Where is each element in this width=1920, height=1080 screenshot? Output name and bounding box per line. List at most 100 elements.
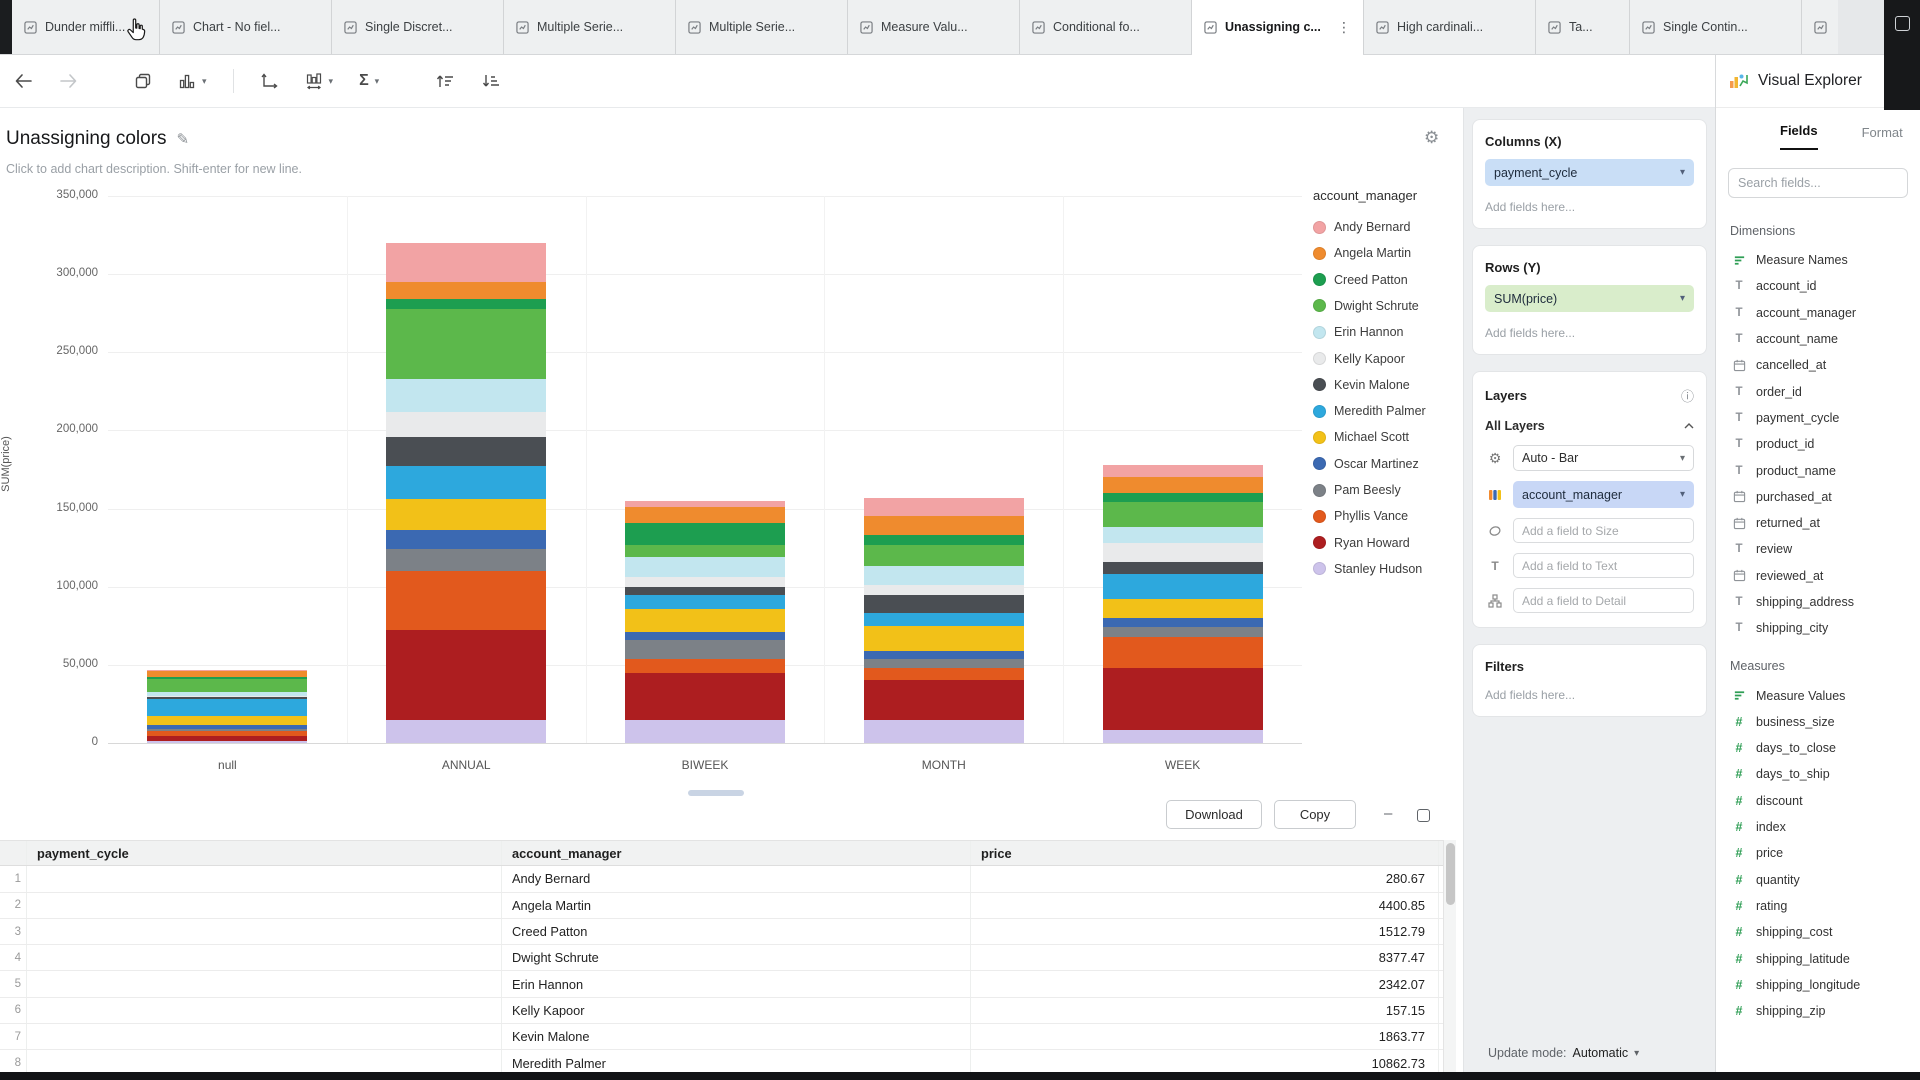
bar-segment[interactable]	[864, 680, 1024, 719]
bar-segment[interactable]	[386, 412, 546, 437]
duplicate-button[interactable]	[134, 72, 152, 90]
color-field-pill[interactable]: account_manager ▾	[1513, 481, 1694, 508]
bar-segment[interactable]	[625, 523, 785, 545]
payment-cycle-cell[interactable]	[27, 998, 502, 1023]
column-header[interactable]: price	[971, 841, 1439, 865]
bar-segment[interactable]	[386, 549, 546, 571]
workbook-tab[interactable]: Ta...	[1536, 0, 1630, 54]
rows-drop-zone[interactable]: Add fields here...	[1485, 326, 1694, 340]
sum-price-pill[interactable]: SUM(price) ▾	[1485, 285, 1694, 312]
bar-segment[interactable]	[1103, 637, 1263, 668]
field-item[interactable]: Tpayment_cycle	[1716, 405, 1920, 431]
bar-segment[interactable]	[1103, 618, 1263, 627]
bar-segment[interactable]	[1103, 562, 1263, 575]
legend-item[interactable]: Creed Patton	[1313, 273, 1408, 287]
field-item[interactable]: #business_size	[1716, 709, 1920, 735]
account-manager-cell[interactable]: Meredith Palmer	[502, 1050, 971, 1072]
bar-segment[interactable]	[147, 725, 307, 729]
account-manager-cell[interactable]: Andy Bernard	[502, 866, 971, 891]
chart-settings-gear-icon[interactable]: ⚙	[1424, 128, 1439, 148]
bar-segment[interactable]	[625, 720, 785, 743]
bar-segment[interactable]	[147, 741, 307, 743]
bar-segment[interactable]	[1103, 465, 1263, 478]
bar-segment[interactable]	[1103, 730, 1263, 743]
tab-fields[interactable]: Fields	[1780, 123, 1818, 150]
bar-segment[interactable]	[625, 595, 785, 609]
account-manager-cell[interactable]: Erin Hannon	[502, 971, 971, 996]
chevron-down-icon[interactable]: ▾	[1634, 1048, 1639, 1059]
text-field-input[interactable]	[1513, 553, 1694, 578]
chevron-up-icon[interactable]	[1684, 423, 1694, 429]
legend-item[interactable]: Phyllis Vance	[1313, 509, 1408, 523]
bar-segment[interactable]	[864, 498, 1024, 517]
bar-segment[interactable]	[147, 670, 307, 677]
partial-tab-icon[interactable]	[1802, 0, 1838, 54]
field-item[interactable]: Tshipping_city	[1716, 615, 1920, 641]
all-layers-row[interactable]: All Layers	[1485, 419, 1694, 433]
bar-segment[interactable]	[386, 243, 546, 282]
field-item[interactable]: Tshipping_address	[1716, 589, 1920, 615]
chart-subtitle[interactable]: Click to add chart description. Shift-en…	[6, 162, 302, 176]
bar-segment[interactable]	[864, 659, 1024, 668]
payment-cycle-pill[interactable]: payment_cycle ▾	[1485, 159, 1694, 186]
workbook-tab[interactable]: Conditional fo...	[1020, 0, 1192, 54]
bar-segment[interactable]	[386, 299, 546, 308]
swap-axes-button[interactable]	[260, 72, 279, 90]
bar-segment[interactable]	[386, 466, 546, 499]
bar-segment[interactable]	[864, 595, 1024, 614]
workbook-tab[interactable]: Single Discret...	[332, 0, 504, 54]
field-item[interactable]: Torder_id	[1716, 378, 1920, 404]
payment-cycle-cell[interactable]	[27, 919, 502, 944]
bar-segment[interactable]	[147, 729, 307, 731]
legend-item[interactable]: Pam Beesly	[1313, 483, 1401, 497]
field-item[interactable]: #shipping_zip	[1716, 998, 1920, 1024]
maximize-table-icon[interactable]	[1417, 809, 1430, 822]
field-item[interactable]: Measure Values	[1716, 682, 1920, 708]
bar-segment[interactable]	[625, 501, 785, 507]
chevron-down-icon[interactable]: ▾	[1680, 293, 1685, 304]
payment-cycle-cell[interactable]	[27, 945, 502, 970]
chevron-down-icon[interactable]: ▾	[1680, 167, 1685, 178]
histogram-button[interactable]: ▾	[305, 72, 334, 90]
field-item[interactable]: Taccount_name	[1716, 326, 1920, 352]
bar-segment[interactable]	[147, 696, 307, 699]
mark-settings-gear-icon[interactable]: ⚙	[1485, 450, 1505, 467]
field-item[interactable]: #index	[1716, 814, 1920, 840]
field-item[interactable]: #days_to_close	[1716, 735, 1920, 761]
price-cell[interactable]: 4400.85	[971, 893, 1439, 918]
bar-segment[interactable]	[625, 557, 785, 577]
field-item[interactable]: #shipping_longitude	[1716, 972, 1920, 998]
row-number-cell[interactable]: 3	[0, 919, 27, 944]
field-item[interactable]: Measure Names	[1716, 247, 1920, 273]
bar-segment[interactable]	[386, 379, 546, 412]
payment-cycle-cell[interactable]	[27, 866, 502, 891]
field-item[interactable]: #discount	[1716, 788, 1920, 814]
bar-segment[interactable]	[147, 736, 307, 741]
price-cell[interactable]: 2342.07	[971, 971, 1439, 996]
chevron-down-icon[interactable]: ▾	[1680, 453, 1685, 464]
chevron-down-icon[interactable]: ▾	[1680, 489, 1685, 500]
bar-segment[interactable]	[625, 577, 785, 586]
bar-segment[interactable]	[386, 630, 546, 719]
bar-segment[interactable]	[864, 566, 1024, 585]
bar-segment[interactable]	[864, 613, 1024, 626]
bar-segment[interactable]	[147, 699, 307, 716]
bar-segment[interactable]	[386, 720, 546, 743]
bar-segment[interactable]	[1103, 493, 1263, 502]
filters-drop-zone[interactable]: Add fields here...	[1485, 688, 1694, 702]
info-icon[interactable]: ⓘ	[1681, 386, 1694, 405]
bar-segment[interactable]	[386, 282, 546, 299]
bar-segment[interactable]	[1103, 502, 1263, 527]
bar-segment[interactable]	[147, 677, 307, 679]
columns-drop-zone[interactable]: Add fields here...	[1485, 200, 1694, 214]
legend-item[interactable]: Kelly Kapoor	[1313, 352, 1405, 366]
field-item[interactable]: #rating	[1716, 893, 1920, 919]
row-number-cell[interactable]: 2	[0, 893, 27, 918]
color-palette-icon[interactable]	[1485, 488, 1505, 502]
bar-segment[interactable]	[625, 673, 785, 720]
bar-segment[interactable]	[147, 692, 307, 696]
price-cell[interactable]: 157.15	[971, 998, 1439, 1023]
bar-segment[interactable]	[625, 609, 785, 632]
minimize-table-icon[interactable]: –	[1384, 805, 1392, 822]
back-button[interactable]	[14, 73, 33, 89]
